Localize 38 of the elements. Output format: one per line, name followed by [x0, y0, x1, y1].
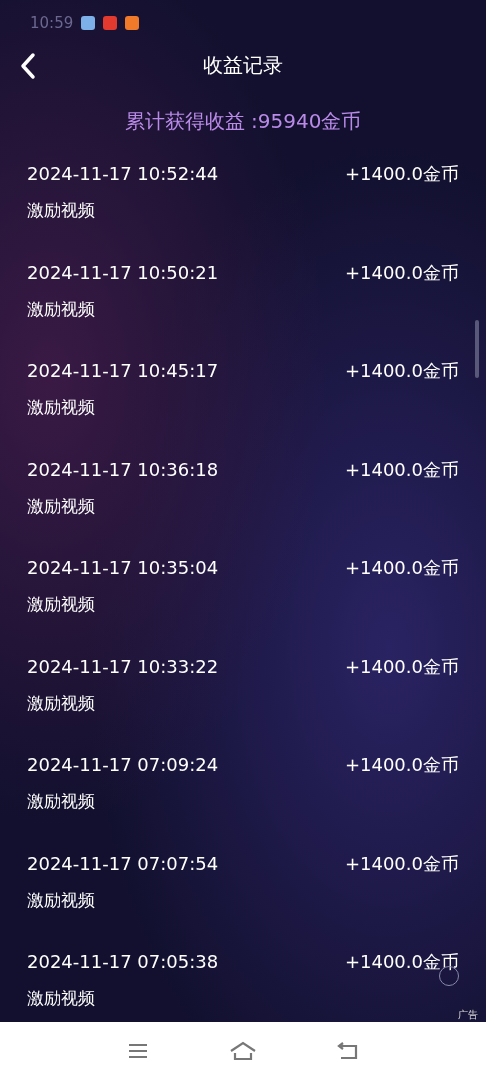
- menu-icon[interactable]: [127, 1042, 149, 1060]
- record-time: 2024-11-17 07:05:38: [27, 950, 219, 974]
- record-time: 2024-11-17 10:50:21: [27, 260, 219, 285]
- record-amount: +1400.0金币: [344, 359, 459, 383]
- record-type: 激励视频: [27, 791, 95, 811]
- total-earnings: 累计获得收益 :95940金币: [124, 109, 362, 133]
- record-type: 激励视频: [27, 692, 95, 713]
- back-icon[interactable]: [18, 52, 38, 80]
- app-icon: [125, 16, 140, 30]
- record-time: 2024-11-17 07:09:24: [27, 753, 219, 777]
- home-icon[interactable]: [229, 1040, 257, 1062]
- page-title: 收益记录: [203, 52, 283, 79]
- record-amount: +1400.0金币: [344, 753, 459, 777]
- record-type: 激励视频: [27, 988, 95, 1008]
- record-amount: +1400.0金币: [344, 654, 459, 679]
- app-icon: [103, 16, 118, 30]
- status-time: 10:59: [30, 12, 74, 34]
- record-type: 激励视频: [27, 200, 95, 220]
- ad-label: 广告: [458, 1008, 478, 1022]
- record-amount: +1400.0金币: [344, 851, 459, 876]
- record-amount: +1400.0金币: [344, 950, 459, 974]
- record-time: 2024-11-17 10:33:22: [27, 654, 219, 679]
- record-type: 激励视频: [27, 298, 95, 319]
- scrollbar: [475, 320, 479, 378]
- record-amount: +1400.0金币: [344, 457, 459, 482]
- record-time: 2024-11-17 10:35:04: [27, 556, 219, 580]
- record-type: 激励视频: [27, 495, 95, 516]
- record-amount: +1400.0金币: [344, 260, 459, 285]
- record-type: 激励视频: [27, 594, 95, 614]
- record-time: 2024-11-17 10:45:17: [27, 359, 219, 383]
- record-type: 激励视频: [27, 889, 95, 910]
- record-amount: +1400.0金币: [344, 556, 459, 580]
- record-time: 2024-11-17 10:52:44: [27, 162, 219, 186]
- record-amount: +1400.0金币: [344, 162, 459, 186]
- record-time: 2024-11-17 10:36:18: [27, 457, 219, 482]
- record-time: 2024-11-17 07:07:54: [27, 851, 219, 876]
- app-icon: [81, 16, 96, 30]
- record-type: 激励视频: [27, 397, 95, 417]
